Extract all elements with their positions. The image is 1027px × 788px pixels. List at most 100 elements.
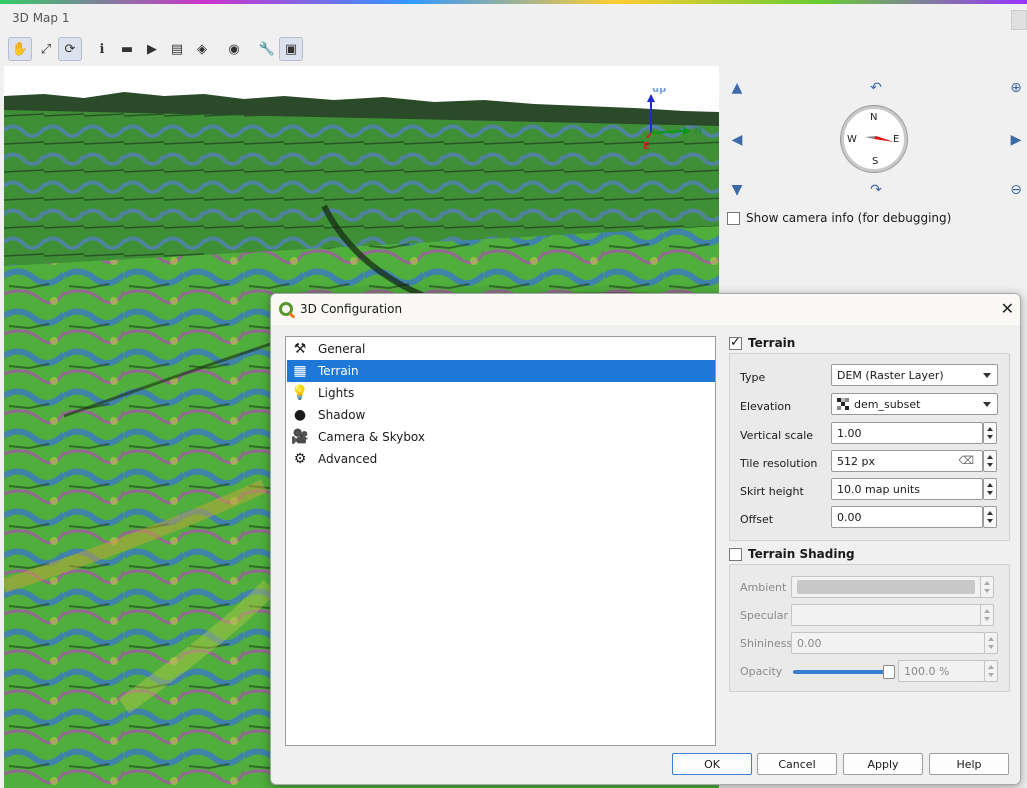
clear-icon[interactable]: ⌫ (958, 454, 974, 467)
section-item-label: Advanced (318, 452, 378, 466)
camera-info-label: Show camera info (for debugging) (746, 211, 952, 225)
vertical-scale-stepper[interactable] (983, 422, 997, 444)
measure-icon[interactable]: ▬ (115, 37, 139, 61)
shininess-stepper[interactable] (984, 632, 998, 654)
section-item-lights[interactable]: 💡 Lights (287, 382, 715, 404)
compass-rose[interactable]: N S E W (841, 106, 907, 172)
shininess-input[interactable]: 0.00 (791, 632, 985, 654)
section-item-label: General (318, 342, 366, 356)
opacity-input[interactable]: 100.0 % (898, 660, 985, 682)
dialog-title: 3D Configuration (300, 302, 403, 316)
dock-icon[interactable]: ▣ (279, 37, 303, 61)
terrain-shading-header[interactable]: Terrain Shading (729, 547, 855, 561)
opacity-slider-fill (793, 670, 886, 674)
navigation-panel: ▲ ◀ ▼ ▶ ↶ ↷ ⊕ ⊖ N S E W Show camera info… (719, 66, 1027, 296)
help-button[interactable]: Help (929, 753, 1009, 775)
section-item-label: Shadow (318, 408, 366, 422)
elevation-value: dem_subset (854, 397, 921, 411)
specular-dropdown-arrow[interactable] (980, 604, 994, 626)
skirt-height-stepper[interactable] (983, 478, 997, 500)
chevron-down-icon (983, 402, 991, 407)
terrain-shading-title: Terrain Shading (748, 547, 855, 561)
terrain-group-header[interactable]: Terrain (729, 335, 796, 350)
window-close-button[interactable] (1011, 10, 1027, 30)
skirt-height-value: 10.0 map units (837, 482, 920, 496)
elevation-label: Elevation (740, 400, 792, 413)
zoom-out-icon[interactable]: ⊖ (1006, 180, 1026, 200)
axis-north-label: N (694, 126, 702, 137)
window-title: 3D Map 1 (12, 11, 70, 25)
skirt-height-label: Skirt height (740, 485, 804, 498)
cancel-button[interactable]: Cancel (757, 753, 837, 775)
section-list: ⚒ General ▦ Terrain 💡 Lights ● Shadow 🎥 Camera & … (285, 336, 716, 746)
axis-gizmo: up N E (643, 88, 702, 152)
move-down-icon[interactable]: ▼ (727, 180, 747, 200)
opacity-label: Opacity (740, 665, 783, 678)
opacity-slider-track[interactable] (793, 665, 895, 679)
type-dropdown[interactable]: DEM (Raster Layer) (831, 364, 998, 386)
pan-icon[interactable]: ✋ (8, 37, 32, 61)
specular-color-button[interactable] (791, 604, 981, 626)
section-item-shadow[interactable]: ● Shadow (287, 404, 715, 426)
shadow-icon: ● (293, 407, 307, 423)
zoom-in-icon[interactable]: ⊕ (1006, 78, 1026, 98)
ambient-dropdown-arrow[interactable] (980, 576, 994, 598)
configure-icon[interactable]: 🔧 (255, 37, 279, 61)
ok-button[interactable]: OK (672, 753, 752, 775)
tile-resolution-stepper[interactable] (983, 450, 997, 472)
offset-input[interactable]: 0.00 (831, 506, 983, 528)
section-item-label: Camera & Skybox (318, 430, 426, 444)
opacity-value: 100.0 % (904, 664, 950, 678)
compass-needle-icon (865, 136, 894, 142)
camera-view-icon[interactable]: ◉ (222, 37, 246, 61)
opacity-slider-handle[interactable] (883, 665, 895, 679)
section-item-label: Lights (318, 386, 355, 400)
vertical-scale-label: Vertical scale (740, 429, 814, 442)
identify-icon[interactable]: ℹ (90, 37, 114, 61)
terrain-group: Type DEM (Raster Layer) Elevation dem_su… (729, 353, 1010, 541)
terrain-group-title: Terrain (748, 336, 796, 350)
tilt-up-icon[interactable]: ↶ (866, 78, 886, 98)
opacity-stepper[interactable] (984, 660, 998, 682)
save-image-icon[interactable]: ▤ (165, 37, 189, 61)
tilt-down-icon[interactable]: ↷ (866, 180, 886, 200)
camera-info-toggle[interactable]: Show camera info (for debugging) (727, 211, 951, 225)
offset-label: Offset (740, 513, 774, 526)
tile-resolution-input[interactable]: 512 px ⌫ (831, 450, 983, 472)
section-item-terrain[interactable]: ▦ Terrain (287, 360, 715, 382)
qgis-logo-icon (279, 302, 293, 316)
type-value: DEM (Raster Layer) (837, 368, 944, 382)
zoom-full-icon[interactable]: ⤢ (34, 37, 58, 61)
map-toolbar: ✋ ⤢ ⟳ ℹ ▬ ▶ ▤ ◈ ◉ 🔧 ▣ (0, 34, 1027, 64)
section-item-camera-skybox[interactable]: 🎥 Camera & Skybox (287, 426, 715, 448)
ambient-color-button[interactable] (791, 576, 981, 598)
rotate-icon[interactable]: ⟳ (58, 37, 82, 61)
move-right-icon[interactable]: ▶ (1006, 130, 1026, 150)
apply-button[interactable]: Apply (843, 753, 923, 775)
3d-configuration-dialog: 3D Configuration ✕ ⚒ General ▦ Terrain 💡 Ligh… (270, 293, 1021, 785)
skirt-height-input[interactable]: 10.0 map units (831, 478, 983, 500)
section-item-general[interactable]: ⚒ General (287, 338, 715, 360)
section-item-label: Terrain (318, 364, 359, 378)
vertical-scale-input[interactable]: 1.00 (831, 422, 983, 444)
camera-icon: 🎥 (291, 429, 309, 445)
shininess-value: 0.00 (797, 636, 822, 650)
export-scene-icon[interactable]: ◈ (190, 37, 214, 61)
terrain-enabled-checkbox[interactable] (729, 335, 742, 350)
move-left-icon[interactable]: ◀ (727, 130, 747, 150)
section-item-advanced[interactable]: ⚙ Advanced (287, 448, 715, 470)
axis-up-label: up (652, 88, 666, 95)
ambient-color-swatch (797, 580, 975, 594)
3d-map-window: 3D Map 1 ✋ ⤢ ⟳ ℹ ▬ ▶ ▤ ◈ ◉ 🔧 ▣ up N E ▲ … (0, 0, 1027, 788)
camera-info-checkbox[interactable] (727, 211, 740, 225)
tile-resolution-value: 512 px (837, 454, 875, 468)
offset-stepper[interactable] (983, 506, 997, 528)
title-bar: 3D Map 1 (0, 4, 1027, 32)
animation-icon[interactable]: ▶ (140, 37, 164, 61)
elevation-dropdown[interactable]: dem_subset (831, 393, 998, 415)
ambient-label: Ambient (740, 581, 787, 594)
move-up-icon[interactable]: ▲ (727, 78, 747, 98)
terrain-shading-checkbox[interactable] (729, 547, 742, 561)
dialog-close-button[interactable]: ✕ (1001, 299, 1014, 318)
terrain-icon: ▦ (293, 363, 307, 379)
